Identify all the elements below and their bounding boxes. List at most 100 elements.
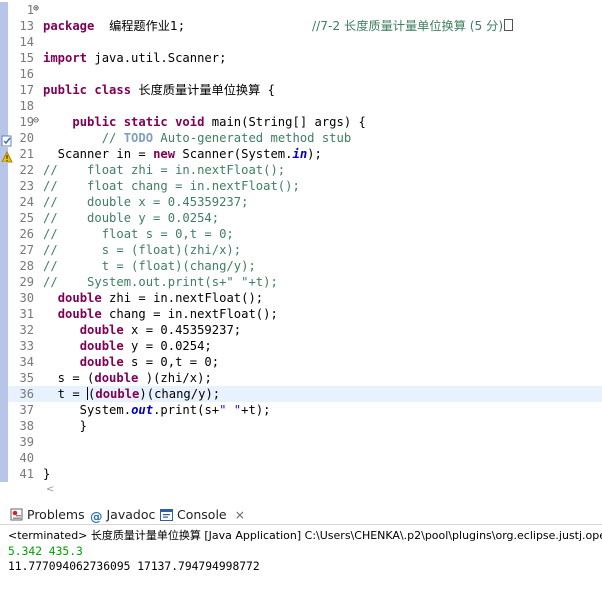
code-text: double zhi = in.nextFloat(); xyxy=(43,290,263,306)
code-token: +t); xyxy=(241,403,271,417)
keyword-token: double xyxy=(94,371,139,385)
editor-line[interactable]: 38 } xyxy=(0,418,602,434)
editor-line[interactable]: 15 import java.util.Scanner; xyxy=(0,50,602,66)
comment-token: TODO xyxy=(123,131,154,145)
editor-line[interactable]: 20 // TODO Auto-generated method stub xyxy=(0,130,602,147)
editor-line[interactable]: 22 // float zhi = in.nextFloat(); xyxy=(0,162,602,178)
scroll-left-icon[interactable]: < xyxy=(46,484,54,495)
keyword-token: package xyxy=(43,19,95,33)
editor-line[interactable]: 27 // s = (float)(zhi/x); xyxy=(0,242,602,258)
code-text: // System.out.print(s+" "+t); xyxy=(43,274,278,290)
editor-line[interactable]: 34 double s = 0,t = 0; xyxy=(0,354,602,370)
console-view[interactable]: <terminated> 长度质量计量单位换算 [Java Applicatio… xyxy=(0,525,602,593)
overview-marker xyxy=(0,434,8,450)
code-text: package 编程题作业1; xyxy=(43,18,185,34)
overview-marker xyxy=(0,194,8,210)
code-token: x = 0.45359237; xyxy=(123,323,242,337)
collapsed-marker xyxy=(0,2,8,18)
comment-token: // System.out.print(s+" "+t); xyxy=(43,275,278,289)
editor-line[interactable]: 24 // double x = 0.45359237; xyxy=(0,194,602,210)
overview-marker xyxy=(0,162,8,178)
code-token: s = ( xyxy=(43,371,95,385)
tab-javadoc[interactable]: @ Javadoc xyxy=(90,506,156,524)
editor-line[interactable]: 19 ⊖ public static void main(String[] arg… xyxy=(0,114,602,130)
editor-line[interactable]: 32 double x = 0.45359237; xyxy=(0,322,602,338)
tab-problems-label: Problems xyxy=(27,507,85,522)
line-number: 36 xyxy=(19,387,34,401)
code-editor[interactable]: 1 ⊕ //7-2 长度质量计量单位换算 (5 分) 13 package 编程题… xyxy=(0,0,602,482)
code-token: .print(s+ xyxy=(153,403,220,417)
code-text: // float s = 0,t = 0; xyxy=(43,226,234,242)
editor-line[interactable]: 36 t = (double)(chang/y); xyxy=(0,386,602,402)
line-number: 25 xyxy=(19,211,34,225)
console-input-line: 5.342 435.3 xyxy=(8,545,83,558)
comment-token: // s = (float)(zhi/x); xyxy=(43,243,242,257)
editor-line[interactable]: 18 xyxy=(0,98,602,114)
horizontal-scrollbar[interactable]: < xyxy=(43,484,602,498)
code-text: double s = 0,t = 0; xyxy=(43,354,219,370)
editor-line[interactable]: 17 public class 长度质量计量单位换算 { xyxy=(0,82,602,98)
editor-line[interactable]: 39 xyxy=(0,434,602,450)
comment-token: // double x = 0.45359237; xyxy=(43,195,249,209)
code-token: ; xyxy=(177,19,186,33)
code-text: System.out.print(s+" "+t); xyxy=(43,402,271,418)
editor-line[interactable]: 35 s = (double )(zhi/x); xyxy=(0,370,602,386)
overview-marker xyxy=(0,242,8,258)
comment-token: // t = (float)(chang/y); xyxy=(43,259,256,273)
editor-line[interactable]: 25 // double y = 0.0254; xyxy=(0,210,602,226)
keyword-token: public class xyxy=(43,83,132,97)
code-text: s = (double )(zhi/x); xyxy=(43,370,212,386)
code-text: // double x = 0.45359237; xyxy=(43,194,248,210)
code-token: t = xyxy=(43,387,88,401)
editor-line[interactable]: 23 // float chang = in.nextFloat(); xyxy=(0,178,602,194)
editor-line[interactable]: 14 xyxy=(0,34,602,50)
keyword-token: double xyxy=(79,355,124,369)
line-number: 39 xyxy=(19,435,34,449)
tab-problems[interactable]: Problems xyxy=(10,506,85,523)
line-number: 15 xyxy=(19,51,34,65)
tab-console[interactable]: Console × xyxy=(160,506,245,523)
editor-line[interactable]: 31 double chang = in.nextFloat(); xyxy=(0,306,602,322)
code-token: 长度质量计量单位换算 xyxy=(138,83,261,97)
line-number: 24 xyxy=(19,195,34,209)
comment-token: // float zhi = in.nextFloat(); xyxy=(43,163,286,177)
editor-line[interactable]: 21 Scanner in = new Scanner(System.in); xyxy=(0,146,602,163)
code-text: // double y = 0.0254; xyxy=(43,210,219,226)
fold-collapse-icon[interactable]: ⊖ xyxy=(33,114,39,128)
editor-line[interactable]: 30 double zhi = in.nextFloat(); xyxy=(0,290,602,306)
overview-marker xyxy=(0,450,8,466)
javadoc-icon: @ xyxy=(90,509,103,524)
editor-line[interactable]: 41} xyxy=(0,466,602,482)
editor-line[interactable]: 16 xyxy=(0,66,602,82)
line-number: 21 xyxy=(19,147,34,161)
editor-line[interactable]: 13 package 编程题作业1; xyxy=(0,18,602,34)
code-token: 编程题作业1 xyxy=(109,19,178,33)
editor-line[interactable]: 28 // t = (float)(chang/y); xyxy=(0,258,602,274)
overview-marker xyxy=(0,306,8,322)
tab-javadoc-label: Javadoc xyxy=(106,507,156,522)
editor-line[interactable]: 33 double y = 0.0254; xyxy=(0,338,602,354)
close-icon[interactable]: × xyxy=(235,507,245,522)
line-number: 1 xyxy=(26,3,34,17)
line-number: 20 xyxy=(19,131,34,145)
editor-line[interactable]: 37 System.out.print(s+" "+t); xyxy=(0,402,602,418)
overview-marker xyxy=(0,354,8,370)
overview-marker xyxy=(0,82,8,98)
code-token: { xyxy=(260,83,275,97)
problems-icon xyxy=(10,508,23,525)
tab-console-label: Console xyxy=(177,507,227,522)
editor-line[interactable]: 40 xyxy=(0,450,602,466)
fold-expand-icon[interactable]: ⊕ xyxy=(33,2,39,16)
overview-marker xyxy=(0,386,8,402)
keyword-token: new xyxy=(153,147,176,161)
line-number: 14 xyxy=(19,35,34,49)
overview-marker xyxy=(0,290,8,306)
editor-line[interactable]: 26 // float s = 0,t = 0; xyxy=(0,226,602,242)
line-number: 34 xyxy=(19,355,34,369)
line-number: 33 xyxy=(19,339,34,353)
editor-line[interactable]: 29 // System.out.print(s+" "+t); xyxy=(0,274,602,290)
console-icon xyxy=(160,508,173,525)
